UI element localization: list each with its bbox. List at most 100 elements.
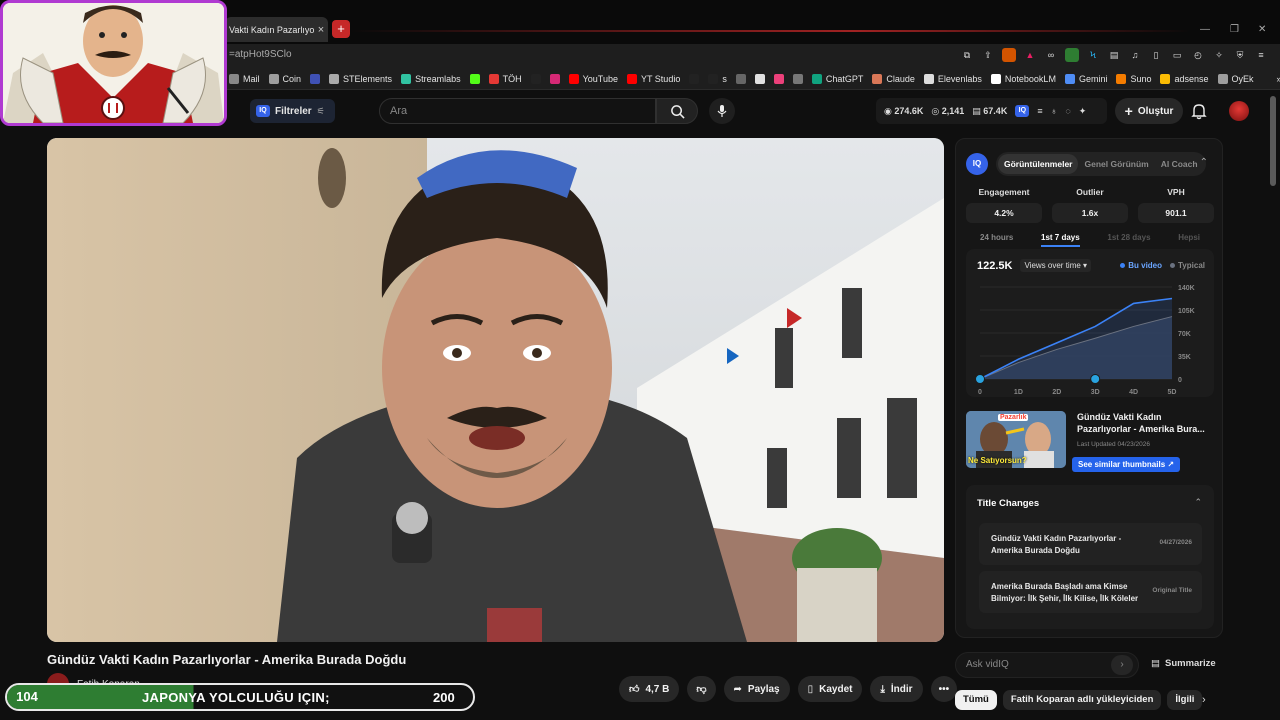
- bookmark-item[interactable]: Claude: [872, 73, 915, 84]
- save-button[interactable]: ▯ Kaydet: [797, 676, 863, 702]
- vidiq-tab[interactable]: Görüntülenmeler: [998, 154, 1079, 174]
- list-icon[interactable]: ≡: [1037, 106, 1042, 116]
- bookmark-label: YouTube: [582, 73, 618, 84]
- bookmark-item[interactable]: [469, 73, 480, 84]
- period-tab[interactable]: 1st 7 days: [1041, 233, 1080, 247]
- title-change-item[interactable]: Amerika Burada Başladı ama Kimse Bilmiyo…: [979, 571, 1202, 613]
- chips-next-icon[interactable]: ›: [1202, 694, 1206, 706]
- bookmark-label: adsense: [1174, 73, 1209, 84]
- caricature-image: [3, 3, 224, 123]
- music-icon[interactable]: ♫: [1128, 48, 1142, 62]
- period-tab[interactable]: Hepsi: [1178, 233, 1200, 247]
- browser-tab[interactable]: Vakti Kadın Pazarlıyorl ×: [225, 17, 328, 42]
- bookmark-item[interactable]: [735, 73, 746, 84]
- bookmark-item[interactable]: Mail: [229, 73, 260, 84]
- collapse-title-changes-icon[interactable]: ⌃: [1194, 497, 1202, 508]
- vidiq-tab[interactable]: AI Coach: [1155, 154, 1204, 174]
- bookmark-item[interactable]: Suno: [1116, 73, 1151, 84]
- sparkle-icon[interactable]: ✦: [1079, 106, 1087, 117]
- bookmark-item[interactable]: [792, 73, 803, 84]
- history-icon[interactable]: ◴: [1191, 48, 1205, 62]
- user-avatar[interactable]: [1229, 101, 1249, 121]
- maximize-icon[interactable]: ❐: [1230, 24, 1239, 35]
- clipboard-icon[interactable]: ▤: [1107, 48, 1121, 62]
- bookmark-item[interactable]: [754, 73, 765, 84]
- menu-icon[interactable]: ≡: [1254, 48, 1268, 62]
- bookmark-item[interactable]: ChatGPT: [811, 73, 863, 84]
- bookmark-item[interactable]: TÖH: [488, 73, 522, 84]
- brave-icon[interactable]: [1002, 48, 1016, 62]
- bookmark-item[interactable]: [530, 73, 541, 84]
- share-button[interactable]: ➦ Paylaş: [723, 676, 790, 702]
- bookmark-item[interactable]: STElements: [329, 73, 392, 84]
- glasses-icon[interactable]: ∞: [1044, 48, 1058, 62]
- bookmark-item[interactable]: adsense: [1160, 73, 1209, 84]
- open-external-icon[interactable]: ⧉: [960, 48, 974, 62]
- trophy-icon[interactable]: ♁: [1051, 106, 1058, 116]
- notifications-button[interactable]: [1191, 102, 1207, 125]
- green-extension-icon[interactable]: [1065, 48, 1079, 62]
- more-actions-button[interactable]: •••: [930, 676, 958, 702]
- filter-chip[interactable]: Tümü: [955, 690, 997, 710]
- tiktok-icon: [689, 73, 700, 84]
- translate-icon[interactable]: Ϟ: [1086, 48, 1100, 62]
- dislike-button[interactable]: 👎︎: [687, 676, 716, 702]
- bookmark-item[interactable]: Elevenlabs: [923, 73, 982, 84]
- x-tick-label: 4D: [1129, 389, 1138, 396]
- like-button[interactable]: 👍︎ 4,7 B: [619, 676, 680, 702]
- chat-icon[interactable]: ◌: [1065, 106, 1070, 116]
- video-player[interactable]: [47, 138, 944, 642]
- search-icon: [670, 104, 685, 119]
- video-thumbnail[interactable]: Ne Satıyorsun? Pazarlık: [966, 411, 1066, 468]
- filters-button[interactable]: IQ Filtreler ⚟: [250, 99, 335, 123]
- collapse-panel-icon[interactable]: ⌃: [1200, 157, 1208, 168]
- bookmark-item[interactable]: Streamlabs: [401, 73, 461, 84]
- summarize-button[interactable]: ▤ Summarize: [1151, 658, 1216, 669]
- search-button[interactable]: [656, 98, 698, 124]
- bookmark-item[interactable]: [310, 73, 321, 84]
- page-scrollbar[interactable]: [1270, 96, 1276, 186]
- share-icon[interactable]: ⇪: [981, 48, 995, 62]
- claude-icon: [872, 73, 883, 84]
- period-tab[interactable]: 1st 28 days: [1107, 233, 1150, 247]
- metric-outlier: Outlier 1.6x: [1052, 187, 1128, 223]
- channel-stats-pill[interactable]: ◉ 274.6K ◎ 2,141 ▤ 67.4K IQ ≡ ♁ ◌ ✦: [876, 98, 1107, 124]
- title-change-item[interactable]: Gündüz Vakti Kadın Pazarlıyorlar - Ameri…: [979, 523, 1202, 565]
- url-text[interactable]: =atpHot9SClo: [229, 49, 292, 60]
- filter-chip[interactable]: Fatih Koparan adlı yükleyiciden: [1002, 690, 1162, 710]
- download-button[interactable]: ⤓ İndir: [870, 676, 923, 702]
- period-tab[interactable]: 24 hours: [980, 233, 1013, 247]
- shield-icon[interactable]: ⛨: [1233, 48, 1247, 62]
- search-input[interactable]: Ara: [379, 98, 656, 124]
- see-similar-thumbnails-button[interactable]: See similar thumbnails ↗: [1072, 457, 1181, 472]
- thumbnail-tag: Pazarlık: [998, 414, 1029, 421]
- wallet-icon[interactable]: ▭: [1170, 48, 1184, 62]
- create-button[interactable]: + Oluştur: [1115, 98, 1183, 124]
- metric-engagement: Engagement 4.2%: [966, 187, 1042, 223]
- bookmark-item[interactable]: s: [708, 73, 727, 84]
- bookmark-item[interactable]: Coin: [268, 73, 301, 84]
- filter-chip[interactable]: İlgili: [1167, 690, 1203, 710]
- bookmark-item[interactable]: OyEk: [1217, 73, 1254, 84]
- close-tab-icon[interactable]: ×: [314, 24, 328, 36]
- ask-send-button[interactable]: ›: [1111, 655, 1133, 675]
- vidiq-stats-icon[interactable]: IQ: [1015, 105, 1030, 117]
- sidebar-icon[interactable]: ▯: [1149, 48, 1163, 62]
- new-tab-button[interactable]: +: [332, 20, 350, 38]
- minimize-icon[interactable]: —: [1200, 24, 1210, 35]
- bookmark-item[interactable]: NotebookLM: [990, 73, 1056, 84]
- bookmark-item[interactable]: Gemini: [1064, 73, 1107, 84]
- yt-studio-icon: [626, 73, 637, 84]
- voice-search-button[interactable]: [709, 98, 735, 124]
- bookmark-item[interactable]: [549, 73, 560, 84]
- bookmark-item[interactable]: YouTube: [568, 73, 618, 84]
- close-window-icon[interactable]: ✕: [1258, 24, 1266, 35]
- bookmark-item[interactable]: YT Studio: [626, 73, 680, 84]
- bookmark-item[interactable]: [773, 73, 784, 84]
- vidiq-tab[interactable]: Genel Görünüm: [1078, 154, 1154, 174]
- bookmark-item[interactable]: [689, 73, 700, 84]
- triangle-extension-icon[interactable]: ▲: [1023, 48, 1037, 62]
- ai-sparkle-icon[interactable]: ✧: [1212, 48, 1226, 62]
- bookmark-item[interactable]: »: [1262, 73, 1280, 84]
- kick-icon: [469, 73, 480, 84]
